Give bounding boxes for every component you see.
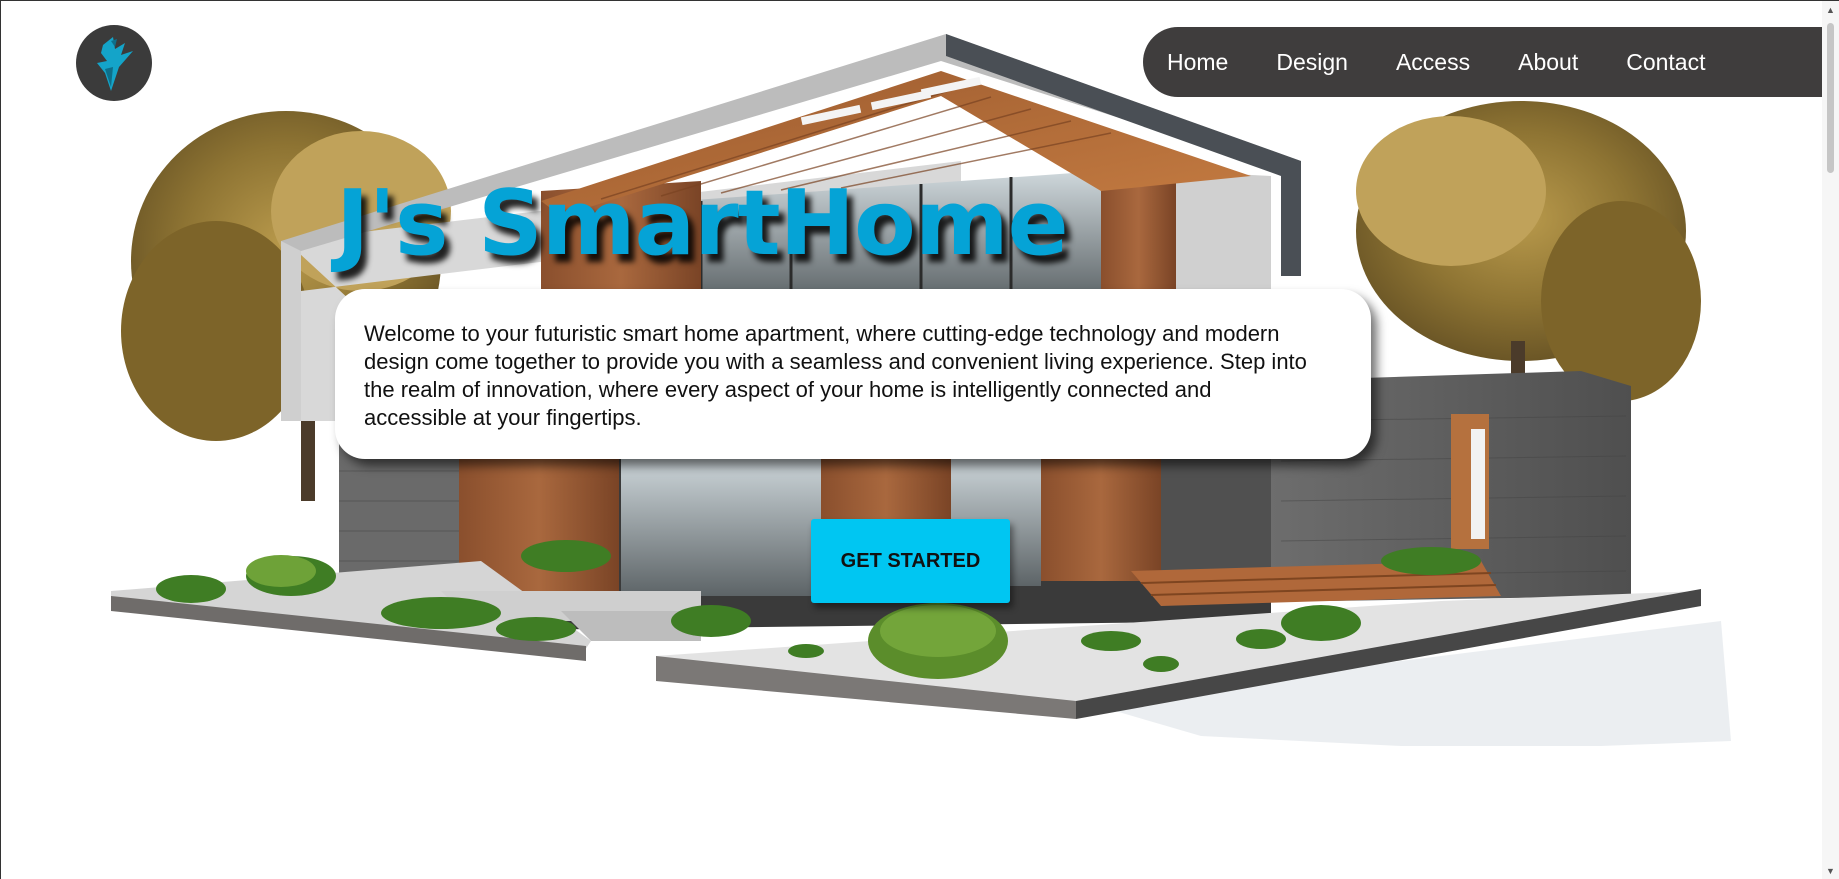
get-started-button[interactable]: GET STARTED [811,519,1010,603]
nav-link-design[interactable]: Design [1276,49,1348,76]
bird-logo-icon [97,37,133,91]
nav-link-access[interactable]: Access [1396,49,1470,76]
intro-card: Welcome to your futuristic smart home ap… [335,289,1371,459]
scroll-up-icon[interactable]: ▲ [1822,3,1839,17]
nav-link-contact[interactable]: Contact [1626,49,1705,76]
page: Home Design Access About Contact J's Sma… [0,0,1839,879]
scroll-down-icon[interactable]: ▼ [1822,864,1839,878]
intro-text: Welcome to your futuristic smart home ap… [364,321,1307,430]
scroll-thumb[interactable] [1827,23,1834,173]
main-nav: Home Design Access About Contact [1143,27,1823,97]
nav-link-home[interactable]: Home [1167,49,1228,76]
page-scrollbar[interactable]: ▲ ▼ [1822,1,1839,879]
logo[interactable] [76,25,152,101]
nav-link-about[interactable]: About [1518,49,1578,76]
hero-title: J's SmartHome [336,171,1069,276]
